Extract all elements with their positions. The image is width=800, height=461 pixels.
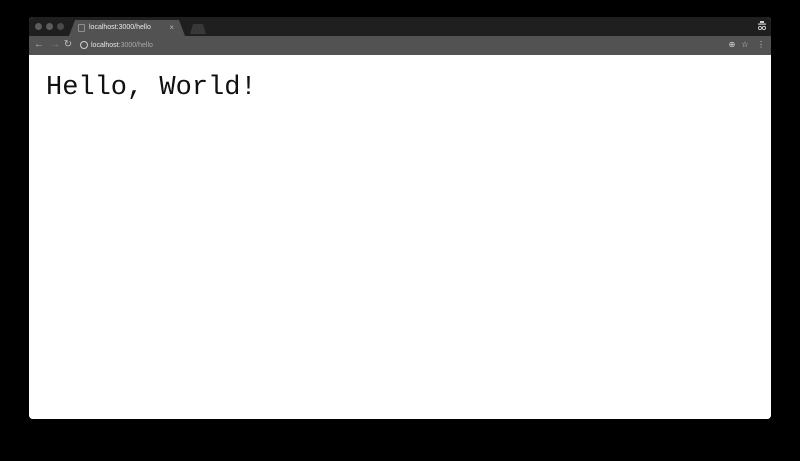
url-text[interactable]: localhost:3000/hello — [91, 40, 153, 51]
tab-close-icon[interactable]: × — [169, 22, 174, 34]
url-host: localhost — [91, 42, 119, 49]
browser-window: localhost:3000/hello × ← → ↻ localhost:3… — [29, 17, 771, 419]
browser-toolbar: ← → ↻ localhost:3000/hello ⊕ ☆ ⋮ — [29, 36, 771, 55]
info-icon[interactable] — [80, 41, 88, 49]
reload-button[interactable]: ↻ — [61, 38, 75, 52]
page-heading: Hello, World! — [46, 73, 257, 103]
incognito-icon[interactable] — [758, 21, 766, 31]
new-tab-button[interactable] — [190, 24, 206, 34]
page-content: Hello, World! — [29, 55, 771, 419]
tab-title: localhost:3000/hello — [89, 24, 151, 31]
page-icon — [78, 24, 85, 32]
url-path: :3000/hello — [118, 42, 153, 49]
tab-strip: localhost:3000/hello × — [29, 17, 771, 36]
address-bar[interactable]: localhost:3000/hello — [77, 39, 717, 52]
forward-button[interactable]: → — [48, 38, 62, 52]
window-close-button[interactable] — [35, 23, 42, 30]
window-minimize-button[interactable] — [46, 23, 53, 30]
back-button[interactable]: ← — [32, 38, 46, 52]
menu-icon[interactable]: ⋮ — [755, 38, 767, 52]
window-maximize-button[interactable] — [57, 23, 64, 30]
bookmark-star-icon[interactable]: ☆ — [739, 38, 751, 52]
tab-active[interactable]: localhost:3000/hello × — [69, 20, 185, 36]
zoom-icon[interactable]: ⊕ — [726, 38, 738, 52]
